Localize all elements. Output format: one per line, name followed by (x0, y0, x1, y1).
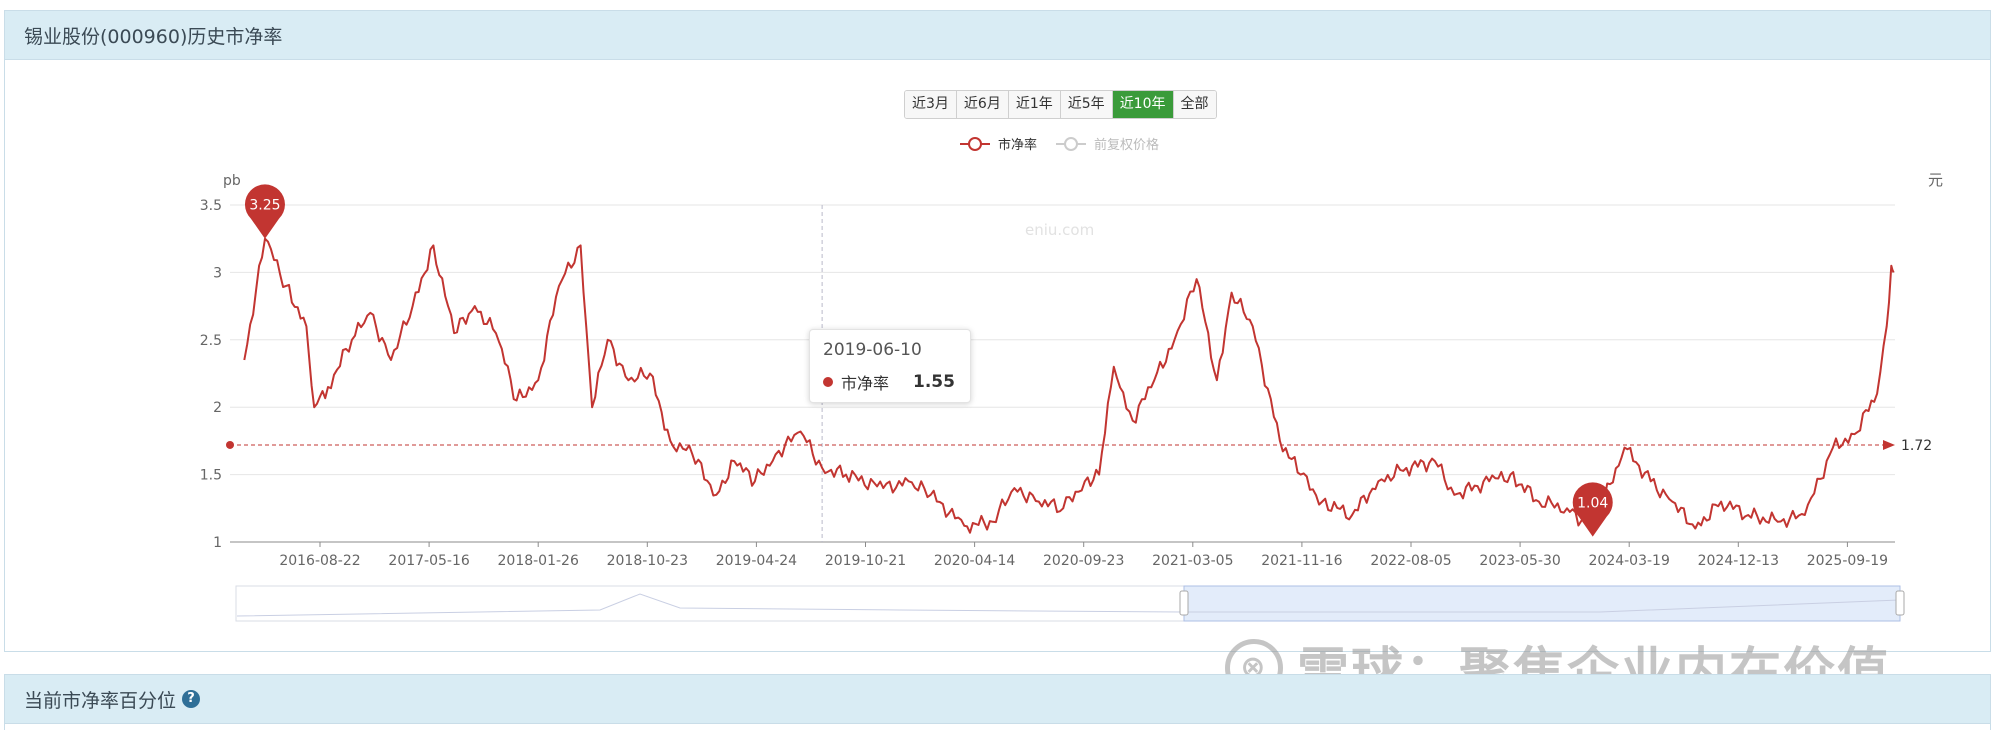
average-line-arrow (1883, 439, 1895, 450)
x-tick-label: 2024-12-13 (1698, 553, 1779, 569)
tooltip-row: 市净率 1.55 (823, 370, 970, 394)
legend-price-marker (1064, 137, 1078, 151)
legend-pb-label: 市净率 (998, 137, 1037, 153)
tooltip-series-dot (823, 377, 833, 387)
panel-title-percentile: 当前市净率百分位 ? (5, 675, 1990, 724)
x-tick-label: 2018-10-23 (607, 553, 688, 569)
y-tick-label: 3 (213, 265, 222, 281)
pb-series-line (243, 237, 1895, 534)
x-tick-label: 2016-08-22 (279, 553, 360, 569)
x-tick-label: 2018-01-26 (498, 553, 579, 569)
x-tick-label: 2017-05-16 (388, 553, 469, 569)
help-icon[interactable]: ? (182, 690, 201, 708)
y-axis-name-left: pb (223, 173, 241, 189)
pb-line-chart: 市净率 前复权价格 pb 元 eniu.com 1 1.5 2 2.5 3 3.5 2016-08-2… (200, 137, 1943, 622)
chart-tooltip: 2019-06-10 市净率 1.55 (809, 329, 971, 403)
x-tick-label: 2024-03-19 (1589, 553, 1670, 569)
y-axis-name-right: 元 (1928, 171, 1943, 189)
y-tick-label: 1.5 (200, 468, 222, 484)
x-tick-label: 2019-04-24 (716, 553, 797, 569)
y-tick-label: 1 (213, 535, 222, 551)
min-marker-label: 1.04 (1577, 496, 1608, 512)
average-line-start-dot (226, 440, 234, 449)
legend-pb-marker (968, 137, 982, 151)
datazoom-right-handle (1895, 590, 1905, 616)
datazoom-selected-window (1183, 585, 1901, 622)
site-watermark: eniu.com (1025, 221, 1094, 239)
datazoom-left-handle (1179, 590, 1189, 616)
pb-percentile-panel: 当前市净率百分位 ? (4, 674, 1991, 730)
x-tick-label: 2020-09-23 (1043, 553, 1124, 569)
x-tick-label: 2021-11-16 (1261, 553, 1342, 569)
y-tick-label: 2 (213, 400, 222, 416)
max-marker-label: 3.25 (249, 198, 280, 214)
x-tick-label: 2025-09-19 (1807, 553, 1888, 569)
x-tick-label: 2021-03-05 (1152, 553, 1233, 569)
tooltip-value: 1.55 (913, 372, 955, 392)
x-tick-label: 2023-05-30 (1479, 553, 1560, 569)
tooltip-date: 2019-06-10 (823, 340, 922, 360)
x-tick-label: 2022-08-05 (1370, 553, 1451, 569)
percentile-title: 当前市净率百分位 (24, 689, 177, 712)
legend-price-label: 前复权价格 (1094, 137, 1159, 153)
x-tick-label: 2020-04-14 (934, 553, 1015, 569)
tooltip-series-name: 市净率 (841, 374, 890, 393)
y-tick-label: 3.5 (200, 198, 222, 214)
average-line-label: 1.72 (1901, 438, 1932, 454)
y-tick-label: 2.5 (200, 333, 222, 349)
x-tick-label: 2019-10-21 (825, 553, 906, 569)
